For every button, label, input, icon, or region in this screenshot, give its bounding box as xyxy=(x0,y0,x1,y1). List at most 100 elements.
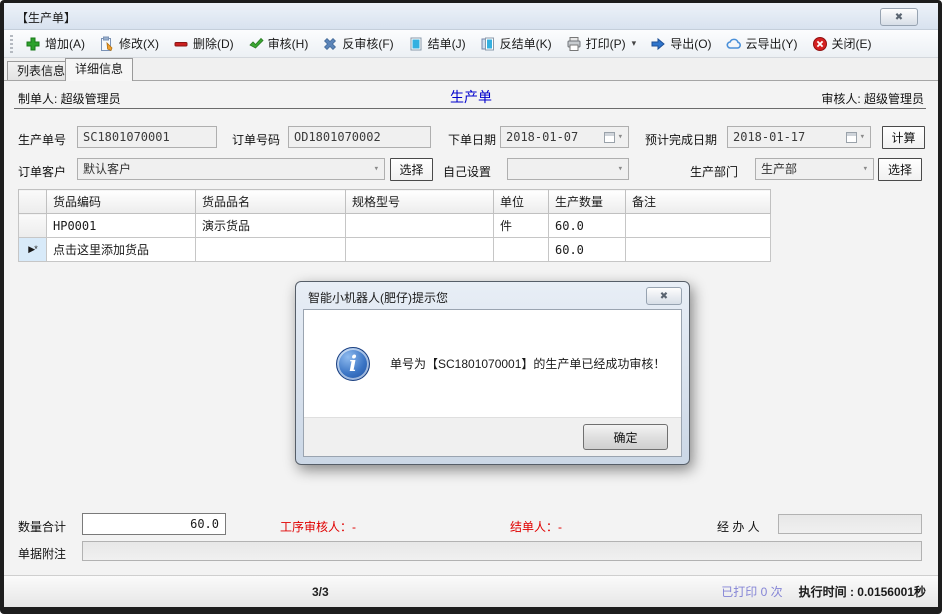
doc-note-label: 单据附注 xyxy=(18,545,66,562)
cell-code[interactable]: HP0001 xyxy=(47,214,196,238)
table-row[interactable]: HP0001 演示货品 件 60.0 xyxy=(19,214,771,238)
exec-time-text: 执行时间 : 0.0156001秒 xyxy=(799,583,926,600)
order-date-field[interactable]: 2018-01-07 ▾ xyxy=(500,126,629,148)
chevron-down-icon[interactable]: ▾ xyxy=(863,159,868,179)
department-select-button[interactable]: 选择 xyxy=(878,158,922,181)
cloud-export-button[interactable]: 云导出(Y) xyxy=(720,33,804,54)
cell-unit[interactable]: 件 xyxy=(494,214,549,238)
customer-select-button[interactable]: 选择 xyxy=(390,158,433,181)
toolbar: 增加(A) 修改(X) 删除(D) 审核(H) 反审核(F) 结单(J) 反结单… xyxy=(4,30,938,58)
chevron-down-icon[interactable]: ▾ xyxy=(632,38,637,49)
chevron-down-icon[interactable]: ▾ xyxy=(374,159,379,179)
order-date-value: 2018-01-07 xyxy=(506,127,604,147)
customer-label: 订单客户 xyxy=(18,163,66,180)
dialog-close-button[interactable]: ✖ xyxy=(646,287,682,305)
col-unit[interactable]: 单位 xyxy=(494,190,549,214)
cell-qty-total[interactable]: 60.0 xyxy=(549,238,626,262)
close-button[interactable]: 关闭(E) xyxy=(806,33,878,54)
printed-count-text: 已打印 0 次 xyxy=(721,583,782,600)
auditor-text: 审核人: 超级管理员 xyxy=(821,90,924,107)
total-qty-field[interactable]: 60.0 xyxy=(82,513,226,535)
col-note[interactable]: 备注 xyxy=(626,190,771,214)
status-right: 已打印 0 次 执行时间 : 0.0156001秒 xyxy=(721,576,926,607)
audit-label: 审核(H) xyxy=(268,35,309,52)
total-qty-label: 数量合计 xyxy=(18,518,66,535)
col-name[interactable]: 货品品名 xyxy=(196,190,346,214)
check-icon xyxy=(248,36,264,52)
message-dialog: 智能小机器人(肥仔)提示您 ✖ i 单号为【SC1801070001】的生产单已… xyxy=(295,281,690,465)
cell-spec[interactable] xyxy=(346,238,494,262)
doc-note-field[interactable] xyxy=(82,541,922,561)
add-item-row[interactable]: ▶* 点击这里添加货品 60.0 xyxy=(19,238,771,262)
cell-name[interactable]: 演示货品 xyxy=(196,214,346,238)
audit-button[interactable]: 审核(H) xyxy=(242,33,315,54)
arrow-right-icon xyxy=(650,36,666,52)
chevron-down-icon[interactable]: ▾ xyxy=(618,159,623,179)
window-titlebar: 【生产单】 ✖ xyxy=(4,3,938,30)
add-button[interactable]: 增加(A) xyxy=(19,33,91,54)
documents-icon xyxy=(480,36,496,52)
export-label: 导出(O) xyxy=(670,35,711,52)
chevron-down-icon[interactable]: ▾ xyxy=(618,127,623,147)
edit-clipboard-icon xyxy=(99,36,115,52)
export-button[interactable]: 导出(O) xyxy=(644,33,717,54)
info-icon: i xyxy=(336,347,370,381)
close-icon: ✖ xyxy=(895,12,903,23)
current-row-marker-icon: ▶* xyxy=(19,238,47,262)
custom-set-label: 自己设置 xyxy=(443,163,491,180)
cross-icon xyxy=(322,36,338,52)
production-order-window: 【生产单】 ✖ 增加(A) 修改(X) 删除(D) 审核(H) 反审核(F) xyxy=(0,0,942,614)
page-indicator: 3/3 xyxy=(312,585,329,599)
unaudit-label: 反审核(F) xyxy=(342,35,393,52)
table-header-row: 货品编码 货品品名 规格型号 单位 生产数量 备注 xyxy=(19,190,771,214)
close-order-label: 结单(J) xyxy=(428,35,466,52)
add-label: 增加(A) xyxy=(45,35,85,52)
finish-date-field[interactable]: 2018-01-17 ▾ xyxy=(727,126,871,148)
finish-date-value: 2018-01-17 xyxy=(733,127,846,147)
modify-label: 修改(X) xyxy=(119,35,159,52)
chevron-down-icon[interactable]: ▾ xyxy=(860,127,865,147)
printer-icon xyxy=(566,36,582,52)
row-selector-cell[interactable] xyxy=(19,214,47,238)
ok-button[interactable]: 确定 xyxy=(583,424,668,450)
modify-button[interactable]: 修改(X) xyxy=(93,33,165,54)
window-close-button[interactable]: ✖ xyxy=(880,8,918,26)
tab-bar: 列表信息 详细信息 xyxy=(4,58,938,80)
cell-note[interactable] xyxy=(626,214,771,238)
order-no-field[interactable]: SC1801070001 xyxy=(77,126,217,148)
cell-name[interactable] xyxy=(196,238,346,262)
add-item-cell[interactable]: 点击这里添加货品 xyxy=(47,238,196,262)
calculate-button[interactable]: 计算 xyxy=(882,126,925,149)
department-combo[interactable]: 生产部 ▾ xyxy=(755,158,874,180)
cell-spec[interactable] xyxy=(346,214,494,238)
close-label: 关闭(E) xyxy=(832,35,872,52)
dialog-title: 智能小机器人(肥仔)提示您 xyxy=(308,289,448,306)
col-code[interactable]: 货品编码 xyxy=(47,190,196,214)
dialog-message: 单号为【SC1801070001】的生产单已经成功审核！ xyxy=(390,355,665,372)
finish-date-label: 预计完成日期 xyxy=(645,131,717,148)
sales-no-label: 订单号码 xyxy=(232,131,280,148)
col-spec[interactable]: 规格型号 xyxy=(346,190,494,214)
order-date-label: 下单日期 xyxy=(448,131,496,148)
custom-set-combo[interactable]: ▾ xyxy=(507,158,629,180)
print-label: 打印(P) xyxy=(586,35,626,52)
process-auditor-text: 工序审核人：- xyxy=(280,518,356,535)
cell-qty[interactable]: 60.0 xyxy=(549,214,626,238)
header-divider xyxy=(14,108,926,109)
cell-note[interactable] xyxy=(626,238,771,262)
cell-unit[interactable] xyxy=(494,238,549,262)
unclose-order-label: 反结单(K) xyxy=(500,35,552,52)
cloud-export-label: 云导出(Y) xyxy=(746,35,798,52)
cloud-icon xyxy=(726,36,742,52)
print-button[interactable]: 打印(P) ▾ xyxy=(560,33,643,54)
delete-button[interactable]: 删除(D) xyxy=(167,33,240,54)
document-icon xyxy=(408,36,424,52)
unclose-order-button[interactable]: 反结单(K) xyxy=(474,33,558,54)
sales-no-field[interactable]: OD1801070002 xyxy=(288,126,431,148)
tab-detail-info[interactable]: 详细信息 xyxy=(65,58,133,81)
col-qty[interactable]: 生产数量 xyxy=(549,190,626,214)
customer-combo[interactable]: 默认客户 ▾ xyxy=(77,158,385,180)
unaudit-button[interactable]: 反审核(F) xyxy=(316,33,399,54)
handler-field[interactable] xyxy=(778,514,922,534)
close-order-button[interactable]: 结单(J) xyxy=(402,33,472,54)
